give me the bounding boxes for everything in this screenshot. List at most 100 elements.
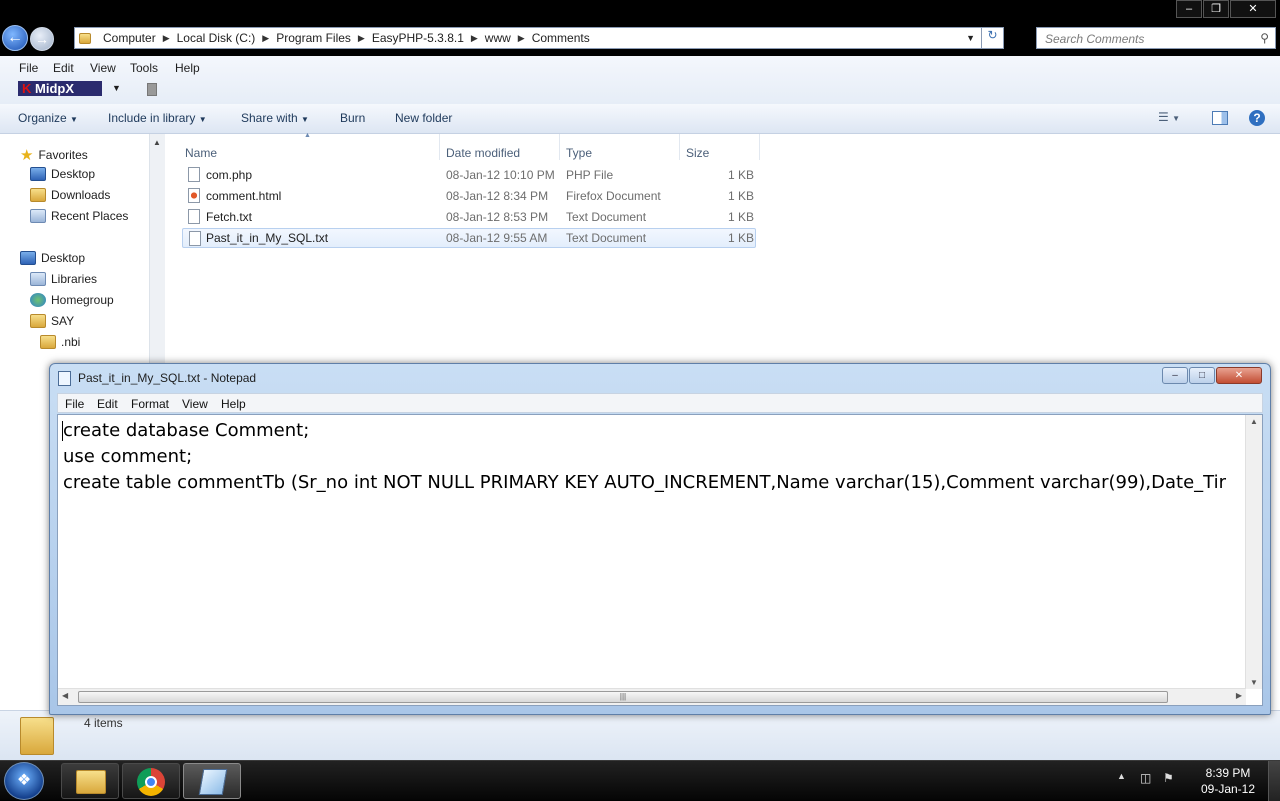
column-divider[interactable] <box>439 134 440 160</box>
search-input[interactable]: Search Comments ⚲ <box>1036 27 1276 49</box>
taskbar-notepad[interactable] <box>183 763 241 799</box>
chevron-right-icon[interactable]: ▶ <box>355 33 368 44</box>
breadcrumb-local-disk[interactable]: Local Disk (C:) <box>173 31 260 45</box>
text-document-icon <box>189 231 201 246</box>
scroll-left-icon[interactable]: ◀ <box>62 691 68 700</box>
text-line: create database Comment; <box>63 420 310 441</box>
firefox-document-icon <box>188 188 200 203</box>
menu-view[interactable]: View <box>90 61 116 75</box>
show-hidden-icons-icon[interactable]: ▲ <box>1117 771 1126 781</box>
chevron-right-icon[interactable]: ▶ <box>515 33 528 44</box>
nav-item-desktop[interactable]: Desktop <box>30 167 95 181</box>
scrollbar-thumb[interactable]: ||| <box>78 691 1168 703</box>
file-row[interactable]: Fetch.txt 08-Jan-12 8:53 PM Text Documen… <box>182 207 756 227</box>
maximize-button[interactable]: ❐ <box>1203 0 1229 18</box>
address-bar[interactable]: Computer ▶ Local Disk (C:) ▶ Program Files… <box>74 27 1004 49</box>
item-count: 4 items <box>84 716 123 730</box>
column-header-type[interactable]: Type <box>566 146 592 160</box>
breadcrumb-easyphp[interactable]: EasyPHP-5.3.8.1 <box>368 31 468 45</box>
notepad-menu-edit[interactable]: Edit <box>97 397 118 411</box>
scroll-up-icon[interactable]: ▲ <box>1250 417 1258 426</box>
breadcrumb-www[interactable]: www <box>481 31 515 45</box>
column-divider[interactable] <box>759 134 760 160</box>
nav-item-label: Desktop <box>51 167 96 181</box>
scroll-up-icon[interactable]: ▲ <box>153 138 161 147</box>
refresh-icon[interactable]: ↻ <box>981 28 1003 48</box>
column-header-size[interactable]: Size <box>686 146 709 160</box>
nav-item-downloads[interactable]: Downloads <box>30 188 110 202</box>
notepad-menu-format[interactable]: Format <box>131 397 169 411</box>
notepad-vertical-scrollbar[interactable]: ▲ ▼ <box>1245 415 1262 689</box>
brand-dropdown-icon[interactable]: ▼ <box>112 83 121 93</box>
include-in-library-button[interactable]: Include in library ▼ <box>108 111 207 125</box>
column-header-date[interactable]: Date modified <box>446 146 520 160</box>
file-row-selected[interactable]: Past_it_in_My_SQL.txt 08-Jan-12 9:55 AM … <box>182 228 756 248</box>
file-date: 08-Jan-12 10:10 PM <box>446 168 555 182</box>
menu-tools[interactable]: Tools <box>130 61 158 75</box>
action-center-icon[interactable]: ⚑ <box>1163 771 1174 785</box>
toolbar-brand-logo[interactable]: K MidpX <box>18 81 102 96</box>
nav-item-nbi[interactable]: .nbi <box>40 335 80 349</box>
breadcrumb-program-files[interactable]: Program Files <box>272 31 355 45</box>
chevron-right-icon[interactable]: ▶ <box>160 33 173 44</box>
preview-pane-icon[interactable] <box>1212 111 1228 125</box>
clock[interactable]: 8:39 PM 09-Jan-12 <box>1192 765 1264 797</box>
minimize-button[interactable]: – <box>1176 0 1202 18</box>
file-row[interactable]: comment.html 08-Jan-12 8:34 PM Firefox D… <box>182 186 756 206</box>
menu-file[interactable]: File <box>19 61 38 75</box>
chevron-right-icon[interactable]: ▶ <box>468 33 481 44</box>
clipboard-icon[interactable] <box>147 83 157 96</box>
organize-button[interactable]: Organize ▼ <box>18 111 78 125</box>
show-desktop-button[interactable] <box>1268 761 1280 801</box>
toolbar-brand-label: MidpX <box>35 81 75 96</box>
notepad-horizontal-scrollbar[interactable]: ◀ ||| ▶ <box>58 688 1246 705</box>
nav-item-recent-places[interactable]: Recent Places <box>30 209 128 223</box>
taskbar-chrome[interactable] <box>122 763 180 799</box>
notepad-minimize-button[interactable]: – <box>1162 367 1188 384</box>
menu-edit[interactable]: Edit <box>53 61 74 75</box>
back-button[interactable]: ← <box>2 25 28 51</box>
notepad-menu-view[interactable]: View <box>182 397 208 411</box>
forward-button[interactable]: → <box>30 27 54 51</box>
scroll-down-icon[interactable]: ▼ <box>1250 678 1258 687</box>
file-size: 1 KB <box>728 210 755 224</box>
burn-button[interactable]: Burn <box>340 111 365 125</box>
breadcrumb-computer[interactable]: Computer <box>99 31 160 45</box>
nav-item-homegroup[interactable]: Homegroup <box>30 293 114 307</box>
nav-item-label: .nbi <box>61 335 81 349</box>
column-divider[interactable] <box>559 134 560 160</box>
scroll-right-icon[interactable]: ▶ <box>1236 691 1242 700</box>
column-divider[interactable] <box>679 134 680 160</box>
breadcrumb-comments[interactable]: Comments <box>528 31 594 45</box>
network-icon[interactable]: ◫ <box>1140 771 1151 785</box>
notepad-maximize-button[interactable]: □ <box>1189 367 1215 384</box>
nav-desktop[interactable]: Desktop <box>20 251 85 265</box>
close-button[interactable]: ✕ <box>1230 0 1276 18</box>
new-folder-button[interactable]: New folder <box>395 111 452 125</box>
address-dropdown-icon[interactable]: ▼ <box>960 33 981 43</box>
notepad-close-button[interactable]: ✕ <box>1216 367 1262 384</box>
nav-item-libraries[interactable]: Libraries <box>30 272 97 286</box>
file-date: 08-Jan-12 8:53 PM <box>446 210 549 224</box>
notepad-window: Past_it_in_My_SQL.txt - Notepad – □ ✕ Fi… <box>49 363 1271 715</box>
column-header-name[interactable]: Name <box>185 146 217 160</box>
nav-item-say[interactable]: SAY <box>30 314 74 328</box>
recent-places-icon <box>30 209 46 223</box>
status-folder-icon <box>20 717 54 755</box>
share-with-button[interactable]: Share with ▼ <box>241 111 309 125</box>
notepad-text-area[interactable]: create database Comment; use comment; cr… <box>57 414 1263 706</box>
menu-help[interactable]: Help <box>175 61 200 75</box>
notepad-menu-file[interactable]: File <box>65 397 84 411</box>
notepad-menu-help[interactable]: Help <box>221 397 246 411</box>
file-row[interactable]: com.php 08-Jan-12 10:10 PM PHP File 1 KB <box>182 165 756 185</box>
star-icon: ★ <box>20 147 34 164</box>
search-icon[interactable]: ⚲ <box>1260 31 1269 45</box>
start-button[interactable]: ❖ <box>4 762 44 800</box>
file-type: Firefox Document <box>566 189 661 203</box>
view-options-icon[interactable]: ☰ ▼ <box>1158 110 1180 124</box>
help-icon[interactable]: ? <box>1249 110 1265 126</box>
chevron-down-icon: ▼ <box>198 115 207 124</box>
chevron-right-icon[interactable]: ▶ <box>259 33 272 44</box>
taskbar-explorer[interactable] <box>61 763 119 799</box>
nav-favorites[interactable]: ★ Favorites <box>20 146 88 164</box>
